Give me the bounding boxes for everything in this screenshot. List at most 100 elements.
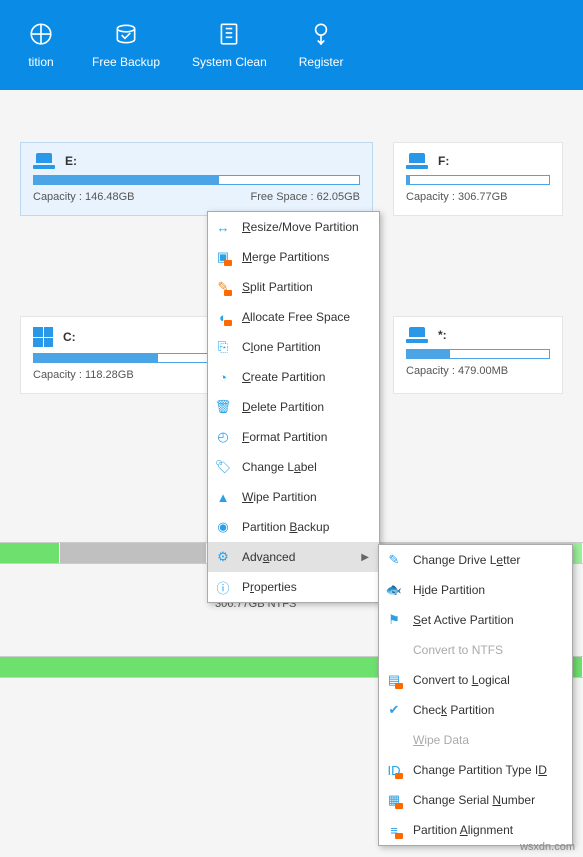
advanced-submenu: ✎ Change Drive Letter 🐟 Hide Partition ⚑ Set … bbox=[378, 544, 573, 846]
drive-icon bbox=[406, 327, 428, 343]
menu-item-label: Allocate Free Space bbox=[242, 310, 369, 324]
pro-badge bbox=[395, 833, 403, 839]
⚙-icon: ⚙ bbox=[214, 548, 232, 566]
menu-item-resize-move-partition[interactable]: ↔ Resize/Move Partition bbox=[208, 212, 379, 242]
submenu-item-hide-partition[interactable]: 🐟 Hide Partition bbox=[379, 575, 572, 605]
toolbar-partition[interactable]: tition bbox=[6, 9, 76, 81]
menu-item-label: Convert to Logical bbox=[413, 673, 562, 687]
submenu-arrow-icon: ▶ bbox=[361, 552, 369, 563]
menu-item-label: Merge Partitions bbox=[242, 250, 369, 264]
menu-item-properties[interactable]: ⓘ Properties bbox=[208, 572, 379, 602]
menu-item-wipe-partition[interactable]: ▲ Wipe Partition bbox=[208, 482, 379, 512]
pro-badge bbox=[395, 683, 403, 689]
menu-item-label: Wipe Partition bbox=[242, 490, 369, 504]
✎-icon: ✎ bbox=[385, 551, 403, 569]
submenu-item-wipe-data: Wipe Data bbox=[379, 725, 572, 755]
menu-item-label: Partition Backup bbox=[242, 520, 369, 534]
pro-badge bbox=[224, 290, 232, 296]
menu-item-label: Resize/Move Partition bbox=[242, 220, 369, 234]
drive-letter: E: bbox=[65, 154, 77, 168]
pro-badge bbox=[395, 803, 403, 809]
🐟-icon: 🐟 bbox=[385, 581, 403, 599]
submenu-item-change-serial-number[interactable]: ▦Change Serial Number bbox=[379, 785, 572, 815]
menu-item-label: Delete Partition bbox=[242, 400, 369, 414]
toolbar-label: Free Backup bbox=[92, 55, 160, 69]
menu-item-clone-partition[interactable]: ⎘ Clone Partition bbox=[208, 332, 379, 362]
pro-badge bbox=[395, 773, 403, 779]
register-icon bbox=[308, 21, 334, 47]
menu-item-merge-partitions[interactable]: ▣Merge Partitions bbox=[208, 242, 379, 272]
partition-card-f[interactable]: F: Capacity : 306.77GB bbox=[393, 142, 563, 216]
free-space-text: Free Space : 62.05GB bbox=[251, 191, 360, 203]
menu-item-delete-partition[interactable]: 🗑 Delete Partition bbox=[208, 392, 379, 422]
partition-icon bbox=[28, 21, 54, 47]
menu-item-label: Convert to NTFS bbox=[413, 643, 562, 657]
capacity-text: Capacity : 146.48GB bbox=[33, 191, 135, 203]
menu-item-label: Clone Partition bbox=[242, 340, 369, 354]
toolbar-register[interactable]: Register bbox=[283, 9, 360, 81]
drive-icon bbox=[33, 153, 55, 169]
main-toolbar: tition Free Backup System Clean Register bbox=[0, 0, 583, 90]
drive-letter: C: bbox=[63, 330, 76, 344]
clean-icon bbox=[216, 21, 242, 47]
menu-item-label: Check Partition bbox=[413, 703, 562, 717]
menu-item-allocate-free-space[interactable]: ◐Allocate Free Space bbox=[208, 302, 379, 332]
toolbar-system-clean[interactable]: System Clean bbox=[176, 9, 283, 81]
✔-icon: ✔ bbox=[385, 701, 403, 719]
menu-item-format-partition[interactable]: ◴ Format Partition bbox=[208, 422, 379, 452]
menu-item-label: Change Serial Number bbox=[413, 793, 562, 807]
menu-item-label: Change Label bbox=[242, 460, 369, 474]
usage-bar bbox=[406, 349, 550, 359]
toolbar-label: Register bbox=[299, 55, 344, 69]
⚑-icon: ⚑ bbox=[385, 611, 403, 629]
submenu-item-change-partition-type-id[interactable]: IDChange Partition Type ID bbox=[379, 755, 572, 785]
menu-item-label: Change Drive Letter bbox=[413, 553, 562, 567]
windows-icon bbox=[33, 327, 53, 347]
toolbar-free-backup[interactable]: Free Backup bbox=[76, 9, 176, 81]
watermark: wsxdn.com bbox=[520, 841, 575, 853]
pro-badge bbox=[224, 320, 232, 326]
usage-bar bbox=[33, 175, 360, 185]
↔-icon: ↔ bbox=[214, 218, 232, 236]
menu-item-label: Set Active Partition bbox=[413, 613, 562, 627]
capacity-text: Capacity : 118.28GB bbox=[33, 369, 134, 381]
menu-item-label: Hide Partition bbox=[413, 583, 562, 597]
menu-item-split-partition[interactable]: ✎Split Partition bbox=[208, 272, 379, 302]
partition-card-e[interactable]: E: Capacity : 146.48GB Free Space : 62.0… bbox=[20, 142, 373, 216]
toolbar-label: System Clean bbox=[192, 55, 267, 69]
submenu-item-convert-to-logical[interactable]: ▤Convert to Logical bbox=[379, 665, 572, 695]
drive-letter: F: bbox=[438, 154, 449, 168]
usage-bar bbox=[406, 175, 550, 185]
backup-icon bbox=[113, 21, 139, 47]
pro-badge bbox=[224, 260, 232, 266]
⎘-icon: ⎘ bbox=[214, 338, 232, 356]
ⓘ-icon: ⓘ bbox=[214, 578, 232, 596]
▲-icon: ▲ bbox=[214, 488, 232, 506]
menu-item-create-partition[interactable]: ◔ Create Partition bbox=[208, 362, 379, 392]
🏷-icon: 🏷 bbox=[214, 458, 232, 476]
context-menu: ↔ Resize/Move Partition ▣Merge Partitions✎… bbox=[207, 211, 380, 603]
toolbar-label: tition bbox=[28, 55, 53, 69]
capacity-text: Capacity : 479.00MB bbox=[406, 365, 508, 377]
menu-item-label: Format Partition bbox=[242, 430, 369, 444]
menu-item-label: Properties bbox=[242, 580, 369, 594]
menu-item-label: Advanced bbox=[242, 550, 351, 564]
capacity-text: Capacity : 306.77GB bbox=[406, 191, 508, 203]
menu-item-label: Change Partition Type ID bbox=[413, 763, 562, 777]
menu-item-label: Split Partition bbox=[242, 280, 369, 294]
menu-item-label: Create Partition bbox=[242, 370, 369, 384]
submenu-item-set-active-partition[interactable]: ⚑ Set Active Partition bbox=[379, 605, 572, 635]
◔-icon: ◔ bbox=[214, 368, 232, 386]
drive-letter: *: bbox=[438, 328, 447, 342]
menu-item-advanced[interactable]: ⚙ Advanced ▶ bbox=[208, 542, 379, 572]
🗑-icon: 🗑 bbox=[214, 398, 232, 416]
menu-item-partition-backup[interactable]: ◉Partition Backup bbox=[208, 512, 379, 542]
◴-icon: ◴ bbox=[214, 428, 232, 446]
submenu-item-change-drive-letter[interactable]: ✎ Change Drive Letter bbox=[379, 545, 572, 575]
blank-icon bbox=[385, 731, 403, 749]
menu-item-label: Partition Alignment bbox=[413, 823, 562, 837]
menu-item-change-label[interactable]: 🏷 Change Label bbox=[208, 452, 379, 482]
partition-card-star[interactable]: *: Capacity : 479.00MB bbox=[393, 316, 563, 394]
submenu-item-check-partition[interactable]: ✔ Check Partition bbox=[379, 695, 572, 725]
drive-icon bbox=[406, 153, 428, 169]
